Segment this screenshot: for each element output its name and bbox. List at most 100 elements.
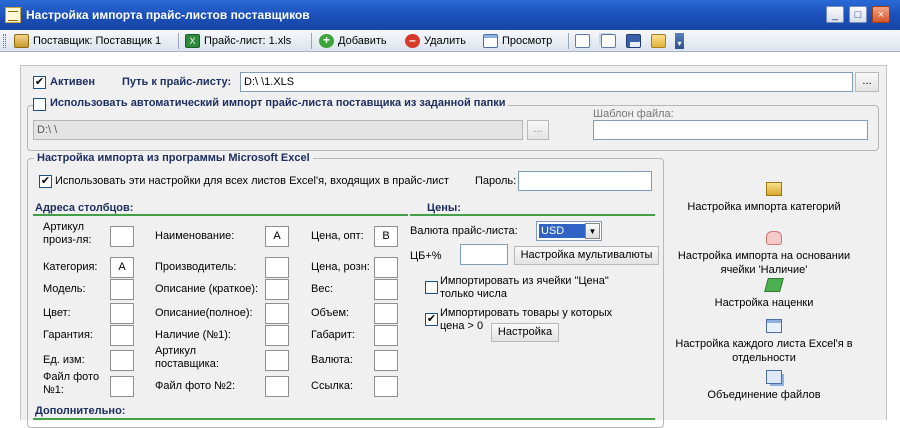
column-label: Цвет:	[43, 307, 71, 319]
delete-button[interactable]: – Удалить	[405, 33, 466, 49]
column-label: Наименование:	[155, 230, 235, 242]
column-address-input[interactable]	[110, 350, 134, 371]
paste-icon	[601, 34, 616, 48]
column-address-input[interactable]	[110, 279, 134, 300]
folder-path-input[interactable]: D:\ \	[33, 120, 523, 140]
right-panel-link-label: Настройка импорта на основании ячейки 'Н…	[677, 250, 851, 276]
template-input[interactable]	[593, 120, 868, 140]
path-label: Путь к прайс-листу:	[122, 76, 232, 88]
import-numbers-checkbox[interactable]	[425, 281, 438, 294]
column-label: Описание(полное):	[155, 307, 253, 319]
right-panel-link[interactable]: Настройка импорта категорий	[669, 182, 859, 222]
active-label: Активен	[50, 76, 95, 88]
add-button[interactable]: + Добавить	[319, 33, 387, 49]
cb-percent-input[interactable]	[460, 244, 508, 265]
auto-import-checkbox[interactable]	[33, 98, 46, 111]
column-label: Габарит:	[311, 329, 355, 341]
column-address-input[interactable]	[110, 226, 134, 247]
sheet-icon	[766, 319, 782, 333]
column-address-input[interactable]	[110, 325, 134, 346]
save-icon	[626, 34, 641, 48]
toolbar-overflow-chevron-icon[interactable]: ▾	[675, 33, 684, 49]
column-label: Файл фото №1:	[43, 371, 100, 396]
column-label: Ед. изм:	[43, 354, 85, 366]
right-panel-link-label: Настройка каждого листа Excel'я в отдель…	[675, 338, 853, 364]
pricelist-button[interactable]: X Прайс-лист: 1.xls	[185, 33, 291, 49]
right-panel-link-label: Настройка наценки	[714, 297, 814, 309]
multicurrency-button[interactable]: Настройка мультивалюты	[514, 246, 659, 265]
import-price-gt0-checkbox[interactable]: ✔	[425, 313, 438, 326]
column-label: Артикул произ-ля:	[43, 221, 92, 246]
copy-button[interactable]	[575, 33, 590, 49]
all-sheets-checkbox[interactable]: ✔	[39, 175, 52, 188]
column-label: Цена, розн:	[311, 261, 370, 273]
column-address-input[interactable]	[374, 325, 398, 346]
app-icon	[5, 7, 21, 23]
column-address-input[interactable]	[374, 376, 398, 397]
right-panel-link[interactable]: Настройка наценки	[669, 278, 859, 318]
column-label: Артикул поставщика:	[155, 345, 219, 370]
column-address-input[interactable]	[110, 376, 134, 397]
paste-button[interactable]	[601, 33, 616, 49]
close-button[interactable]: ×	[872, 6, 890, 23]
right-panel-link[interactable]: Объединение файлов	[669, 370, 859, 410]
column-address-input[interactable]	[110, 303, 134, 324]
additional-title: Дополнительно:	[35, 405, 126, 417]
auto-import-label: Использовать автоматический импорт прайс…	[47, 97, 509, 109]
column-address-input[interactable]	[265, 279, 289, 300]
column-address-input[interactable]	[265, 257, 289, 278]
browse-folder-button[interactable]: ...	[527, 120, 549, 140]
preview-button[interactable]: Просмотр	[483, 33, 552, 49]
column-label: Категория:	[43, 261, 98, 273]
column-label: Производитель:	[155, 261, 237, 273]
maximize-button[interactable]: □	[849, 6, 867, 23]
column-address-input[interactable]	[265, 325, 289, 346]
column-label: Наличие (№1):	[155, 329, 231, 341]
password-input[interactable]	[518, 171, 652, 191]
add-label: Добавить	[338, 35, 387, 47]
column-address-input[interactable]	[374, 350, 398, 371]
pointer-hand-icon	[766, 231, 782, 245]
column-address-input[interactable]	[265, 376, 289, 397]
column-label: Объем:	[311, 307, 350, 319]
column-label: Гарантия:	[43, 329, 93, 341]
column-address-input[interactable]: B	[374, 226, 398, 247]
pricelist-path-input[interactable]: D:\ \1.XLS	[240, 72, 853, 92]
column-address-input[interactable]	[374, 257, 398, 278]
right-panel-link[interactable]: Настройка импорта на основании ячейки 'Н…	[669, 231, 859, 276]
column-address-input[interactable]: A	[265, 226, 289, 247]
column-address-input[interactable]	[265, 350, 289, 371]
column-address-input[interactable]	[374, 279, 398, 300]
price-setup-button[interactable]: Настройка	[491, 323, 559, 342]
right-panel-link-label: Настройка импорта категорий	[687, 201, 841, 213]
excel-icon: X	[185, 34, 200, 48]
toolbar: Поставщик: Поставщик 1 X Прайс-лист: 1.x…	[0, 30, 900, 52]
preview-label: Просмотр	[502, 35, 553, 47]
settings-panel: ✔ Активен Путь к прайс-листу: D:\ \1.XLS…	[20, 65, 887, 428]
supplier-button[interactable]: Поставщик: Поставщик 1	[14, 33, 161, 49]
column-address-input[interactable]	[265, 303, 289, 324]
chevron-down-icon[interactable]: ▼	[585, 223, 600, 239]
browse-path-button[interactable]: ...	[855, 72, 879, 92]
password-label: Пароль:	[475, 175, 517, 187]
import-numbers-label: Импортировать из ячейки "Цена" только чи…	[440, 275, 609, 300]
currency-select[interactable]: USD ▼	[536, 221, 602, 241]
active-checkbox[interactable]: ✔	[33, 76, 46, 89]
column-address-input[interactable]: A	[110, 257, 134, 278]
save-button[interactable]	[626, 33, 641, 49]
column-address-input[interactable]	[374, 303, 398, 324]
column-label: Файл фото №2:	[155, 380, 236, 392]
open-folder-button[interactable]	[651, 33, 666, 49]
add-icon: +	[319, 34, 334, 48]
minimize-button[interactable]: _	[826, 6, 844, 23]
toolbar-separator	[178, 33, 179, 49]
copy-icon	[575, 34, 590, 48]
pricelist-label: Прайс-лист: 1.xls	[204, 35, 292, 47]
toolbar-separator	[568, 33, 569, 49]
all-sheets-label: Использовать эти настройки для всех лист…	[55, 175, 449, 187]
toolbar-grip[interactable]	[3, 34, 6, 48]
right-panel-link[interactable]: Настройка каждого листа Excel'я в отдель…	[669, 319, 859, 364]
column-label: Описание (краткое):	[155, 283, 259, 295]
columns-divider	[33, 214, 408, 216]
delete-icon: –	[405, 34, 420, 48]
